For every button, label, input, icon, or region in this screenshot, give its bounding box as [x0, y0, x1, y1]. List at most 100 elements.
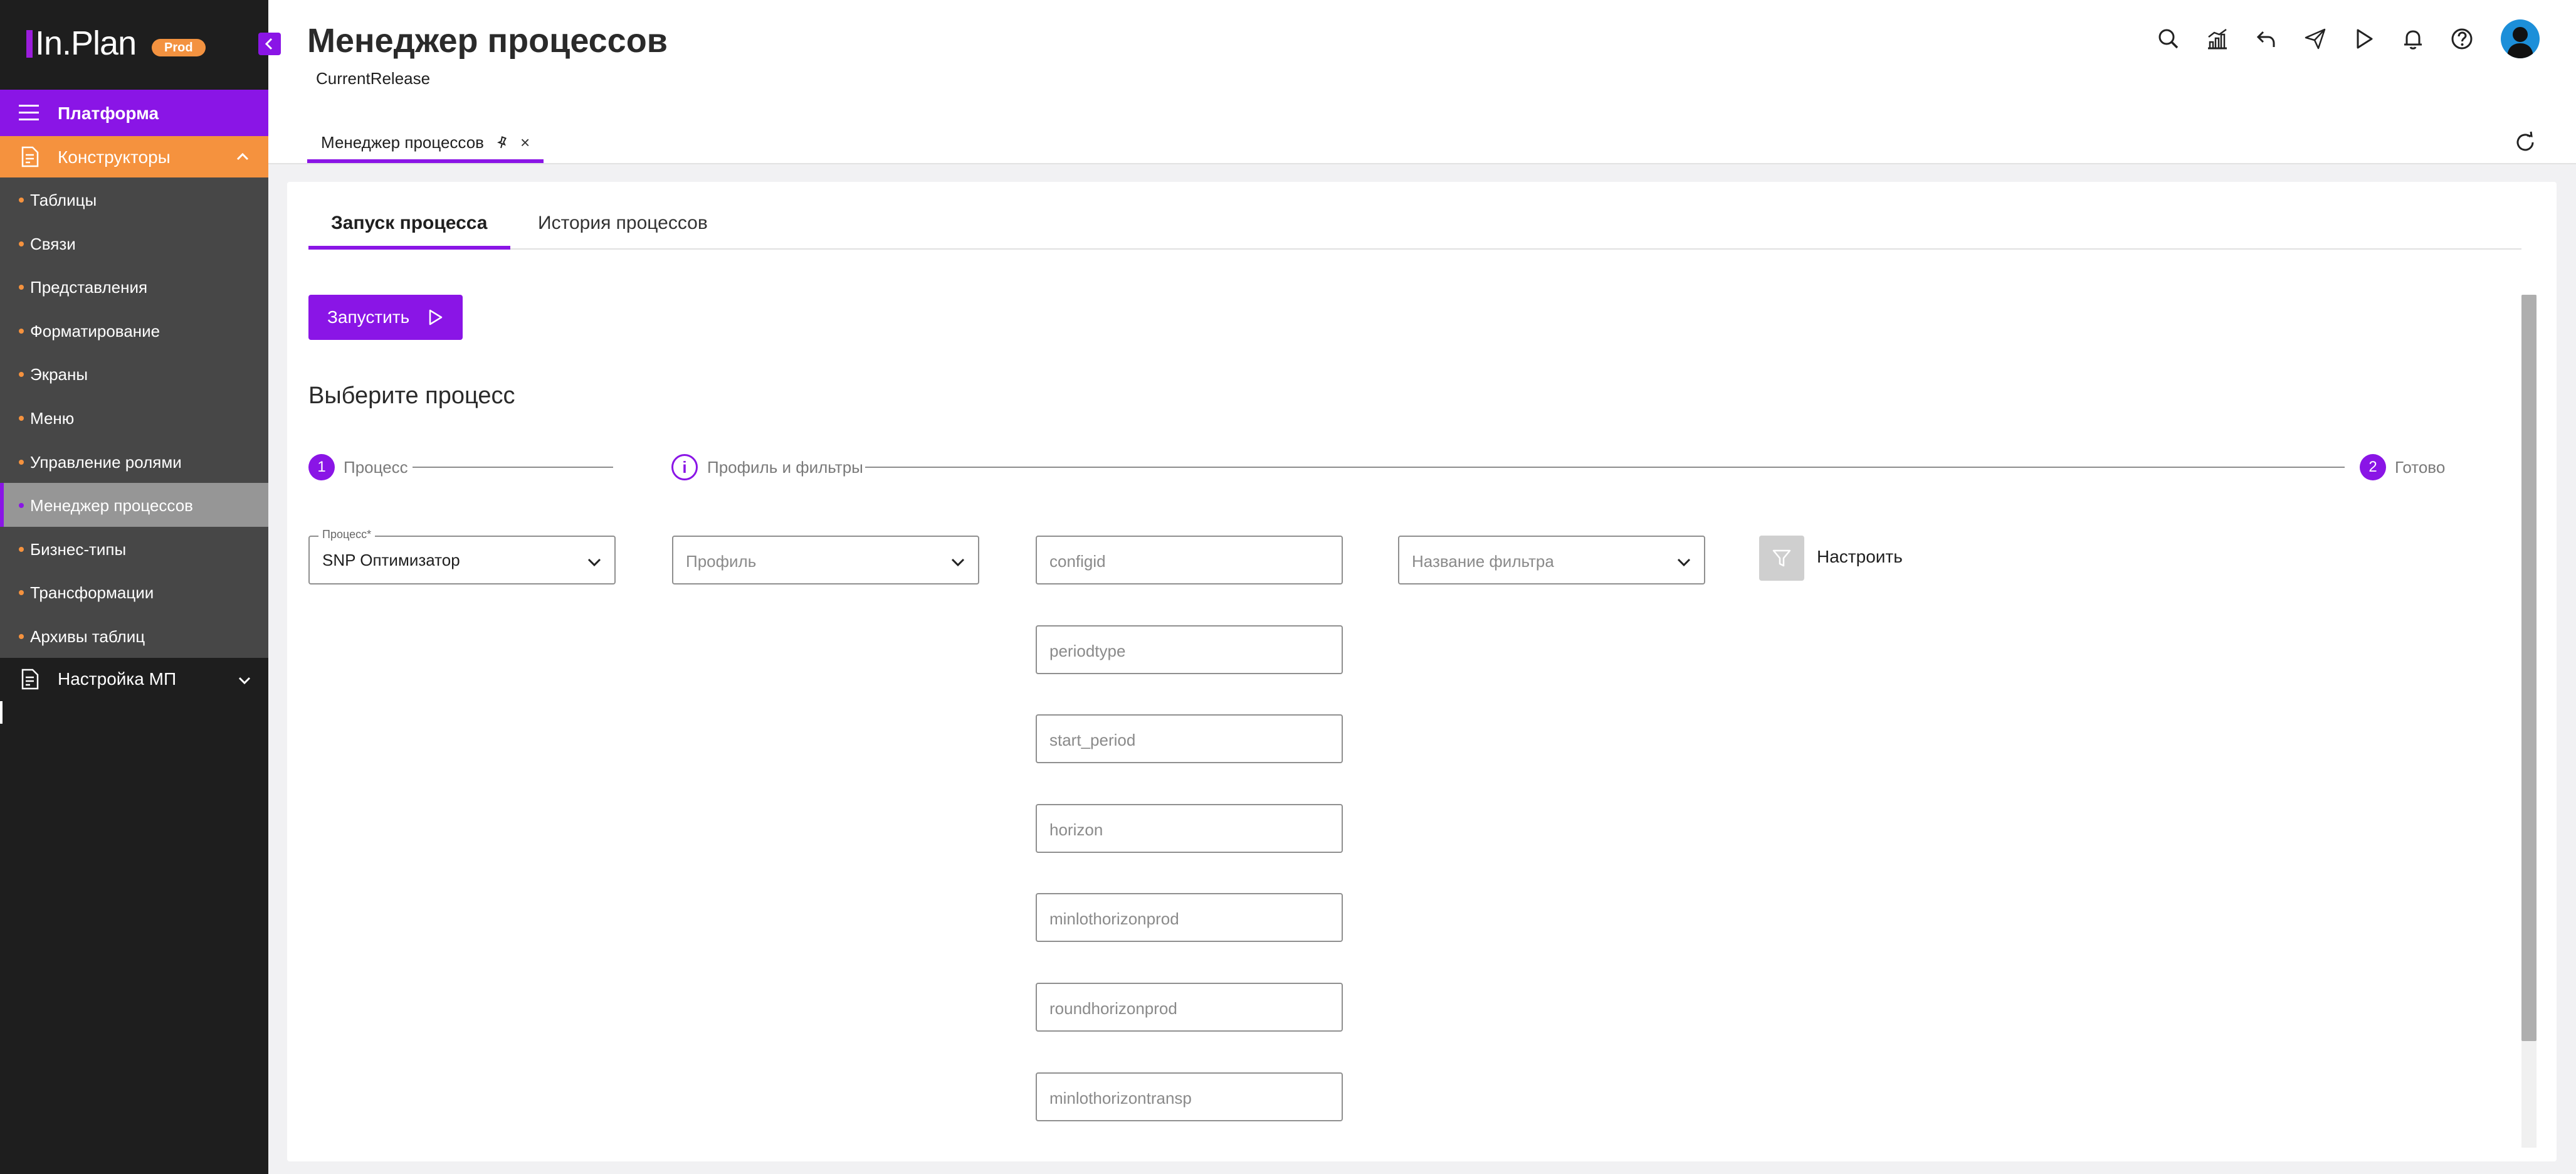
input-placeholder: minlothorizonprod: [1049, 909, 1179, 928]
help-button[interactable]: [2449, 26, 2474, 51]
analytics-button[interactable]: [2205, 26, 2230, 51]
sidebar-item-label: Трансформации: [30, 583, 154, 603]
logo-text: In.Plan: [35, 24, 137, 62]
sidebar-item-label: Платформа: [58, 103, 159, 123]
input-placeholder: start_period: [1049, 731, 1136, 749]
sidebar-item-links[interactable]: Связи: [0, 221, 268, 265]
content-card: Запуск процесса История процессов Запуст…: [287, 182, 2557, 1161]
sidebar-item-formatting[interactable]: Форматирование: [0, 309, 268, 352]
user-silhouette-icon: [2507, 27, 2533, 58]
process-select[interactable]: Процесс* SNP Оптимизатор: [308, 528, 616, 584]
chart-icon: [2208, 28, 2227, 50]
select-placeholder: Профиль: [686, 552, 757, 571]
sidebar-item-business-types[interactable]: Бизнес-типы: [0, 527, 268, 571]
input-placeholder: roundhorizonprod: [1049, 999, 1177, 1018]
document-settings-icon: [21, 669, 39, 690]
release-label: CurrentRelease: [316, 69, 431, 88]
avatar[interactable]: [2501, 19, 2540, 58]
env-badge: Prod: [152, 39, 206, 56]
refresh-icon[interactable]: [2513, 130, 2537, 154]
sidebar-item-screens[interactable]: Экраны: [0, 352, 268, 396]
sidebar-item-process-manager[interactable]: Менеджер процессов: [0, 483, 268, 527]
sidebar-item-platform[interactable]: Платформа: [0, 90, 268, 136]
undo-button[interactable]: [2254, 26, 2279, 51]
search-button[interactable]: [2156, 26, 2181, 51]
param-input-minlothorizonprod[interactable]: minlothorizonprod: [1036, 893, 1343, 942]
chevron-down-icon: [1677, 558, 1691, 567]
bullet-icon: [19, 590, 24, 596]
param-input-configid[interactable]: configid: [1036, 536, 1343, 584]
sidebar-item-label: Меню: [30, 408, 75, 428]
collapse-sidebar-button[interactable]: [258, 33, 281, 55]
configure-filter-button[interactable]: [1759, 536, 1804, 581]
undo-icon: [2256, 31, 2275, 47]
input-placeholder: periodtype: [1049, 642, 1126, 660]
tab-process-history[interactable]: История процессов: [515, 204, 730, 250]
bullet-icon: [19, 546, 24, 552]
sidebar-item-tables[interactable]: Таблицы: [0, 177, 268, 221]
chevron-down-icon: [587, 558, 601, 567]
sidebar-item-label: Архивы таблиц: [30, 627, 145, 646]
notifications-button[interactable]: [2400, 26, 2426, 51]
sidebar-item-mp-settings[interactable]: Настройка МП: [0, 658, 268, 701]
bullet-icon: [19, 459, 24, 465]
sidebar-item-label: Экраны: [30, 365, 88, 384]
hamburger-icon: [19, 105, 39, 120]
tab-run-process[interactable]: Запуск процесса: [308, 204, 510, 250]
configure-label[interactable]: Настроить: [1817, 547, 1903, 567]
param-input-periodtype[interactable]: periodtype: [1036, 625, 1343, 674]
sidebar-item-roles[interactable]: Управление ролями: [0, 440, 268, 484]
sidebar-item-label: Настройка МП: [58, 669, 177, 689]
step-label: Процесс: [344, 458, 408, 477]
sidebar-item-menu[interactable]: Меню: [0, 396, 268, 440]
header: Менеджер процессов CurrentRelease Менедж…: [268, 0, 2576, 164]
input-placeholder: horizon: [1049, 820, 1103, 839]
sidebar-item-label: Бизнес-типы: [30, 539, 127, 559]
sidebar-item-label: Представления: [30, 278, 148, 297]
sidebar: In.Plan Prod Платформа Конструкторы Табл…: [0, 0, 268, 1174]
run-process-button[interactable]: Запустить: [308, 295, 463, 340]
param-input-minlothorizontransp[interactable]: minlothorizontransp: [1036, 1072, 1343, 1121]
sidebar-item-table-archives[interactable]: Архивы таблиц: [0, 614, 268, 658]
step-label: Профиль и фильтры: [707, 458, 863, 477]
help-icon: [2451, 28, 2473, 50]
sidebar-item-constructors[interactable]: Конструкторы: [0, 136, 268, 177]
send-button[interactable]: [2303, 26, 2328, 51]
bullet-icon: [19, 415, 24, 421]
tab-bar: Запуск процесса История процессов: [308, 204, 2521, 250]
filter-name-select[interactable]: Название фильтра: [1398, 536, 1705, 584]
send-icon: [2305, 28, 2326, 50]
profile-select[interactable]: Профиль: [672, 536, 979, 584]
step-number: 2: [2360, 454, 2386, 480]
sidebar-item-label: Менеджер процессов: [30, 496, 193, 516]
param-input-horizon[interactable]: horizon: [1036, 804, 1343, 853]
tab-label: Менеджер процессов: [321, 132, 484, 152]
chevron-down-icon: [951, 558, 965, 567]
bullet-icon: [19, 633, 24, 639]
step-number: 1: [308, 454, 335, 480]
select-value: SNP Оптимизатор: [322, 551, 460, 569]
bullet-icon: [19, 198, 24, 203]
select-placeholder: Название фильтра: [1412, 552, 1554, 571]
sidebar-item-views[interactable]: Представления: [0, 265, 268, 309]
scrollbar-thumb[interactable]: [2521, 295, 2537, 1041]
logo[interactable]: In.Plan Prod: [0, 0, 268, 90]
param-input-start-period[interactable]: start_period: [1036, 714, 1343, 763]
sidebar-item-transformations[interactable]: Трансформации: [0, 570, 268, 614]
param-input-roundhorizonprod[interactable]: roundhorizonprod: [1036, 983, 1343, 1032]
run-button-label: Запустить: [327, 307, 410, 327]
sidebar-item-label: Таблицы: [30, 191, 97, 209]
stepper: 1 Процесс i Профиль и фильтры 2 Готово: [308, 452, 2503, 483]
run-button-top[interactable]: [2352, 26, 2377, 51]
scrollbar[interactable]: [2521, 295, 2537, 1148]
search-icon: [2158, 29, 2179, 49]
chevron-down-icon: [238, 677, 251, 685]
tab-process-manager[interactable]: Менеджер процессов ×: [307, 125, 544, 163]
section-title: Выберите процесс: [308, 383, 515, 409]
filter-icon: [1772, 549, 1791, 567]
sidebar-item-label: Форматирование: [30, 321, 160, 341]
sidebar-item-label: Связи: [30, 234, 76, 253]
step-connector: [865, 467, 2345, 468]
close-icon[interactable]: ×: [520, 133, 530, 152]
pin-icon[interactable]: [495, 135, 509, 149]
